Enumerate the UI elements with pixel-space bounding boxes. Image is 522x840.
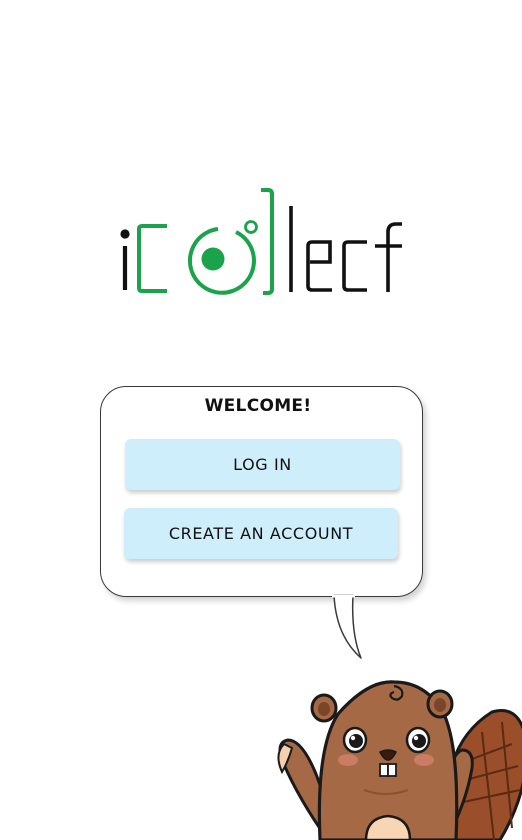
- beaver-mascot-icon: [277, 680, 522, 840]
- speech-bubble-tail-icon: [332, 594, 362, 659]
- login-button[interactable]: LOG IN: [125, 439, 400, 490]
- create-account-button[interactable]: CREATE AN ACCOUNT: [124, 508, 398, 559]
- app-logo: iCollect: [120, 188, 402, 295]
- welcome-heading: WELCOME!: [204, 396, 312, 416]
- welcome-speech-bubble: [100, 386, 423, 597]
